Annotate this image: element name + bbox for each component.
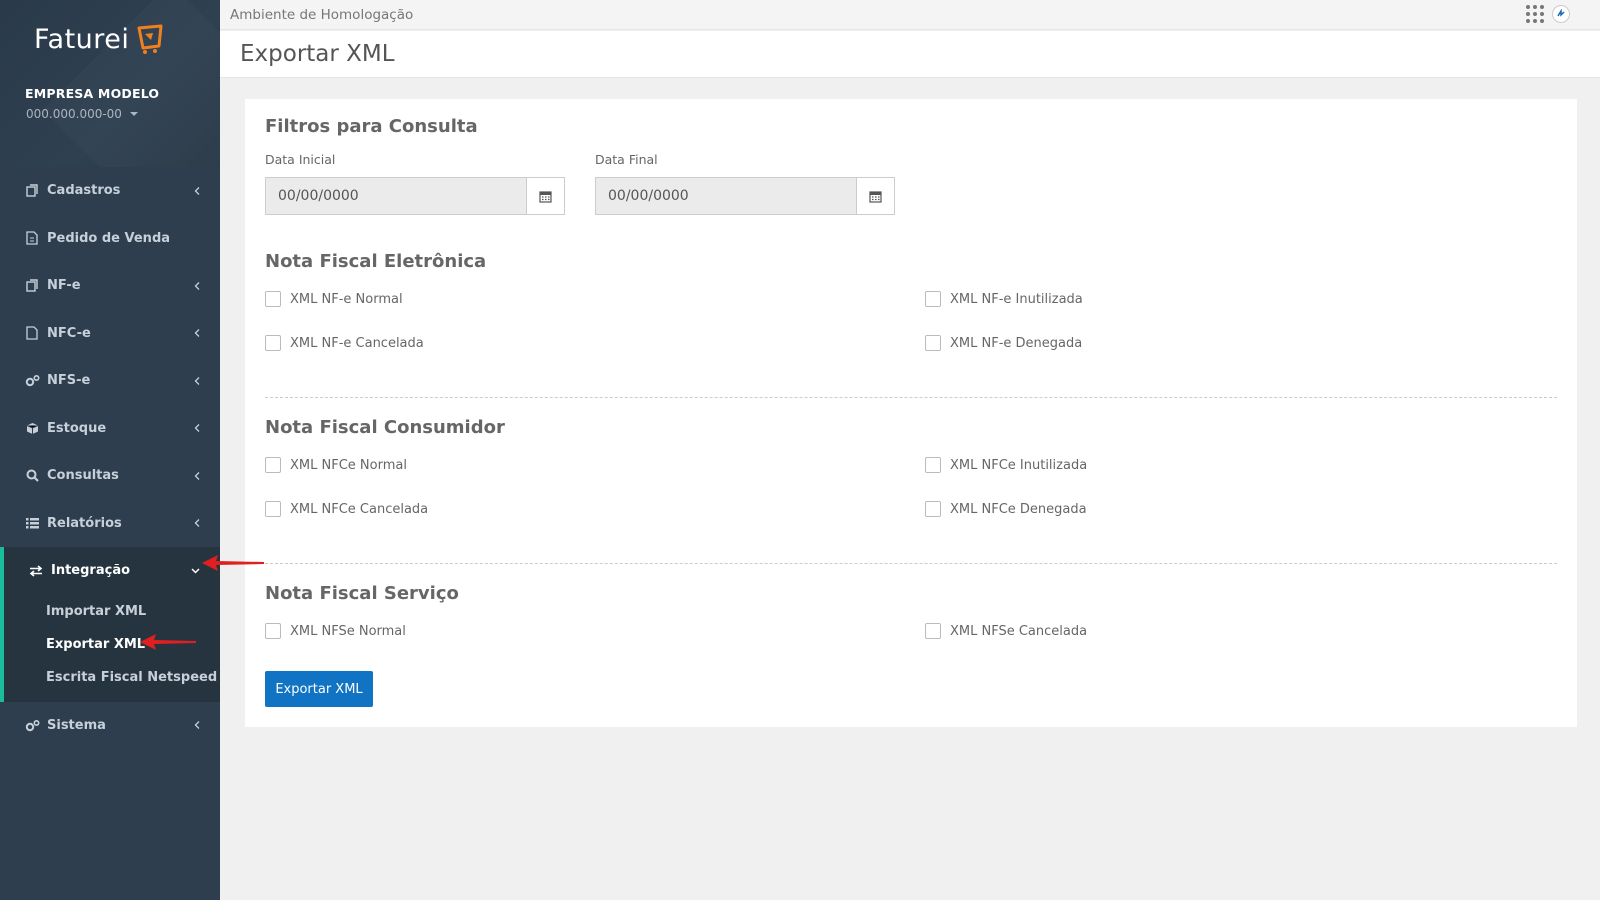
app-logo[interactable]: Faturei (34, 22, 167, 56)
start-date-label: Data Inicial (265, 152, 336, 167)
chevron-left-icon (194, 471, 200, 480)
cogs-icon (24, 373, 40, 389)
sidebar-item-label: NFC-e (47, 325, 91, 341)
chevron-left-icon (194, 186, 200, 195)
company-selector[interactable]: 000.000.000-00 (26, 107, 138, 121)
sidebar-item-label: Consultas (47, 468, 119, 484)
sidebar-subitem-importar-xml[interactable]: Importar XML (4, 595, 220, 628)
sidebar-item-nfc-e[interactable]: NFC-e (0, 310, 220, 358)
sidebar-item-label: NFS-e (47, 373, 91, 389)
annotation-arrow-icon (202, 555, 264, 571)
sidebar-item-nf-e[interactable]: NF-e (0, 262, 220, 310)
filters-title: Filtros para Consulta (265, 116, 478, 137)
topbar-icons (1526, 5, 1570, 23)
end-date-label: Data Final (595, 152, 658, 167)
sidebar-item-estoque[interactable]: Estoque (0, 405, 220, 453)
exchange-icon (28, 563, 44, 579)
start-date-input[interactable] (266, 178, 526, 214)
start-date-group (265, 177, 565, 215)
chevron-left-icon (194, 424, 200, 433)
environment-label: Ambiente de Homologação (230, 7, 414, 23)
sidebar-item-sistema[interactable]: Sistema (0, 702, 220, 750)
box-icon (24, 420, 40, 436)
sidebar: Faturei EMPRESA MODELO 000.000.000-00 Ca… (0, 0, 220, 900)
chevron-left-icon (194, 721, 200, 730)
list-icon (24, 515, 40, 531)
file-icon (24, 325, 40, 341)
logo-cart-icon (137, 24, 163, 54)
calendar-icon (539, 190, 552, 203)
document-icon (24, 230, 40, 246)
annotation-arrow-icon (140, 634, 196, 650)
sidebar-item-relatorios[interactable]: Relatórios (0, 500, 220, 548)
sidebar-item-label: Sistema (47, 717, 106, 733)
checkbox-nfse-normal[interactable]: XML NFSe Normal (265, 623, 406, 639)
calendar-icon (869, 190, 882, 203)
end-date-group (595, 177, 895, 215)
topbar: Ambiente de Homologação (220, 0, 1600, 30)
checkbox-nfce-cancelada[interactable]: XML NFCe Cancelada (265, 501, 428, 517)
sidebar-item-integracao[interactable]: Integração (4, 547, 220, 595)
apps-grid-icon[interactable] (1526, 5, 1544, 23)
checkbox-nfce-normal[interactable]: XML NFCe Normal (265, 457, 407, 473)
files-icon (24, 278, 40, 294)
sidebar-item-label: NF-e (47, 278, 81, 294)
cogs-icon (24, 717, 40, 733)
sidebar-item-pedido-de-venda[interactable]: Pedido de Venda (0, 215, 220, 263)
company-name: EMPRESA MODELO (25, 86, 160, 101)
checkbox-nfse-cancelada[interactable]: XML NFSe Cancelada (925, 623, 1087, 639)
sidebar-item-label: Cadastros (47, 183, 121, 199)
checkbox-nfe-normal[interactable]: XML NF-e Normal (265, 291, 403, 307)
checkbox-nfe-denegada[interactable]: XML NF-e Denegada (925, 335, 1082, 351)
section-divider (265, 563, 1557, 564)
checkbox-nfce-denegada[interactable]: XML NFCe Denegada (925, 501, 1087, 517)
copy-icon (24, 183, 40, 199)
caret-down-icon (129, 112, 138, 116)
sidebar-item-label: Estoque (47, 420, 107, 436)
chevron-left-icon (194, 376, 200, 385)
checkbox-nfe-inutilizada[interactable]: XML NF-e Inutilizada (925, 291, 1083, 307)
sidebar-item-cadastros[interactable]: Cadastros (0, 167, 220, 215)
nfse-section-title: Nota Fiscal Serviço (265, 583, 459, 604)
export-xml-button[interactable]: Exportar XML (265, 671, 373, 707)
sidebar-header: Faturei EMPRESA MODELO 000.000.000-00 (0, 0, 220, 167)
sidebar-nav: Cadastros Pedido de Venda NF-e NFC-e NFS… (0, 167, 220, 749)
search-icon (24, 468, 40, 484)
checkbox-nfe-cancelada[interactable]: XML NF-e Cancelada (265, 335, 424, 351)
section-divider (265, 397, 1557, 398)
export-form-panel: Filtros para Consulta Data Inicial Data … (245, 99, 1577, 727)
sidebar-item-label: Relatórios (47, 515, 122, 531)
end-date-input[interactable] (596, 178, 856, 214)
sidebar-item-consultas[interactable]: Consultas (0, 452, 220, 500)
company-id: 000.000.000-00 (26, 107, 122, 121)
nfe-section-title: Nota Fiscal Eletrônica (265, 251, 487, 272)
user-avatar[interactable] (1552, 5, 1570, 23)
sidebar-item-label: Integração (51, 563, 131, 579)
nfce-section-title: Nota Fiscal Consumidor (265, 417, 505, 438)
sidebar-item-label: Pedido de Venda (47, 230, 171, 246)
chevron-left-icon (194, 519, 200, 528)
logo-text: Faturei (34, 23, 130, 55)
sidebar-group-integracao: Integração Importar XML Exportar XML Esc… (0, 547, 220, 702)
chevron-down-icon (191, 568, 200, 574)
chevron-left-icon (194, 329, 200, 338)
chevron-left-icon (194, 281, 200, 290)
sidebar-item-nfs-e[interactable]: NFS-e (0, 357, 220, 405)
title-bar: Exportar XML (220, 31, 1600, 78)
end-date-calendar-button[interactable] (856, 178, 894, 214)
sidebar-subitem-escrita-fiscal-netspeed[interactable]: Escrita Fiscal Netspeed (4, 661, 220, 694)
start-date-calendar-button[interactable] (526, 178, 564, 214)
page-title: Exportar XML (240, 41, 395, 67)
checkbox-nfce-inutilizada[interactable]: XML NFCe Inutilizada (925, 457, 1087, 473)
